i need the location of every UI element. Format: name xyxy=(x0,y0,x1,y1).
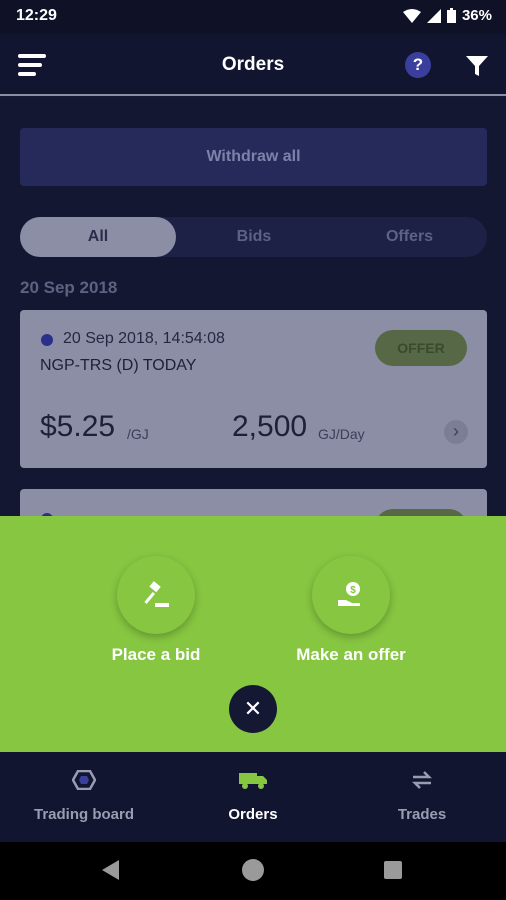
order-tabs: All Bids Offers xyxy=(20,217,487,257)
status-bar: 12:29 36% xyxy=(0,0,506,34)
wifi-icon xyxy=(402,8,421,23)
order-type-badge: OFFER xyxy=(375,330,467,366)
order-quantity: 2,500 xyxy=(232,410,308,443)
recent-apps-icon[interactable] xyxy=(384,861,402,879)
back-icon[interactable] xyxy=(102,860,119,880)
nav-trading-board[interactable]: Trading board xyxy=(0,752,168,842)
nav-orders-label: Orders xyxy=(228,806,278,823)
filter-icon[interactable] xyxy=(465,54,489,78)
withdraw-all-button[interactable]: Withdraw all xyxy=(20,128,487,186)
nav-trades[interactable]: Trades xyxy=(338,752,506,842)
battery-icon xyxy=(446,8,456,23)
make-offer-button[interactable]: $ xyxy=(312,556,390,634)
help-icon[interactable]: ? xyxy=(405,52,431,78)
truck-icon xyxy=(239,773,267,789)
bottom-nav: Trading board Orders Trades xyxy=(0,752,506,842)
status-icons: 36% xyxy=(402,7,492,24)
nav-trading-board-label: Trading board xyxy=(33,806,134,823)
close-button[interactable]: ✕ xyxy=(229,685,277,733)
price-unit: /GJ xyxy=(127,426,149,442)
make-offer-label: Make an offer xyxy=(296,645,406,664)
status-dot xyxy=(41,334,53,346)
order-card[interactable]: 20 Sep 2018, 14:54:08 NGP-TRS (D) TODAY … xyxy=(20,310,487,468)
order-name: NGP-TRS (D) TODAY xyxy=(40,357,197,374)
order-price: $5.25 xyxy=(40,410,116,443)
signal-icon xyxy=(426,8,441,23)
quantity-unit: GJ/Day xyxy=(318,426,365,442)
battery-percent: 36% xyxy=(461,7,492,24)
date-header: 20 Sep 2018 xyxy=(20,278,118,297)
tab-bids[interactable]: Bids xyxy=(176,217,332,257)
svg-text:$: $ xyxy=(350,585,356,596)
order-timestamp: 20 Sep 2018, 14:54:08 xyxy=(63,330,225,347)
place-bid-label: Place a bid xyxy=(111,645,201,664)
tab-offers[interactable]: Offers xyxy=(332,217,487,257)
home-icon[interactable] xyxy=(242,859,264,881)
system-nav-bar xyxy=(0,842,506,900)
nav-trades-label: Trades xyxy=(397,806,447,823)
gavel-icon xyxy=(144,581,169,607)
hexagon-icon xyxy=(72,770,96,790)
action-sheet: $ Place a bid Make an offer ✕ xyxy=(0,516,506,752)
place-bid-button[interactable] xyxy=(117,556,195,634)
swap-arrows-icon xyxy=(411,771,433,789)
chevron-right-icon[interactable]: › xyxy=(444,420,468,444)
app-bar: Orders ? xyxy=(0,34,506,96)
nav-orders[interactable]: Orders xyxy=(169,752,337,842)
tab-all[interactable]: All xyxy=(20,217,176,257)
orders-list: Withdraw all All Bids Offers 20 Sep 2018… xyxy=(0,98,506,529)
status-time: 12:29 xyxy=(16,7,57,24)
hand-money-icon: $ xyxy=(338,582,360,606)
